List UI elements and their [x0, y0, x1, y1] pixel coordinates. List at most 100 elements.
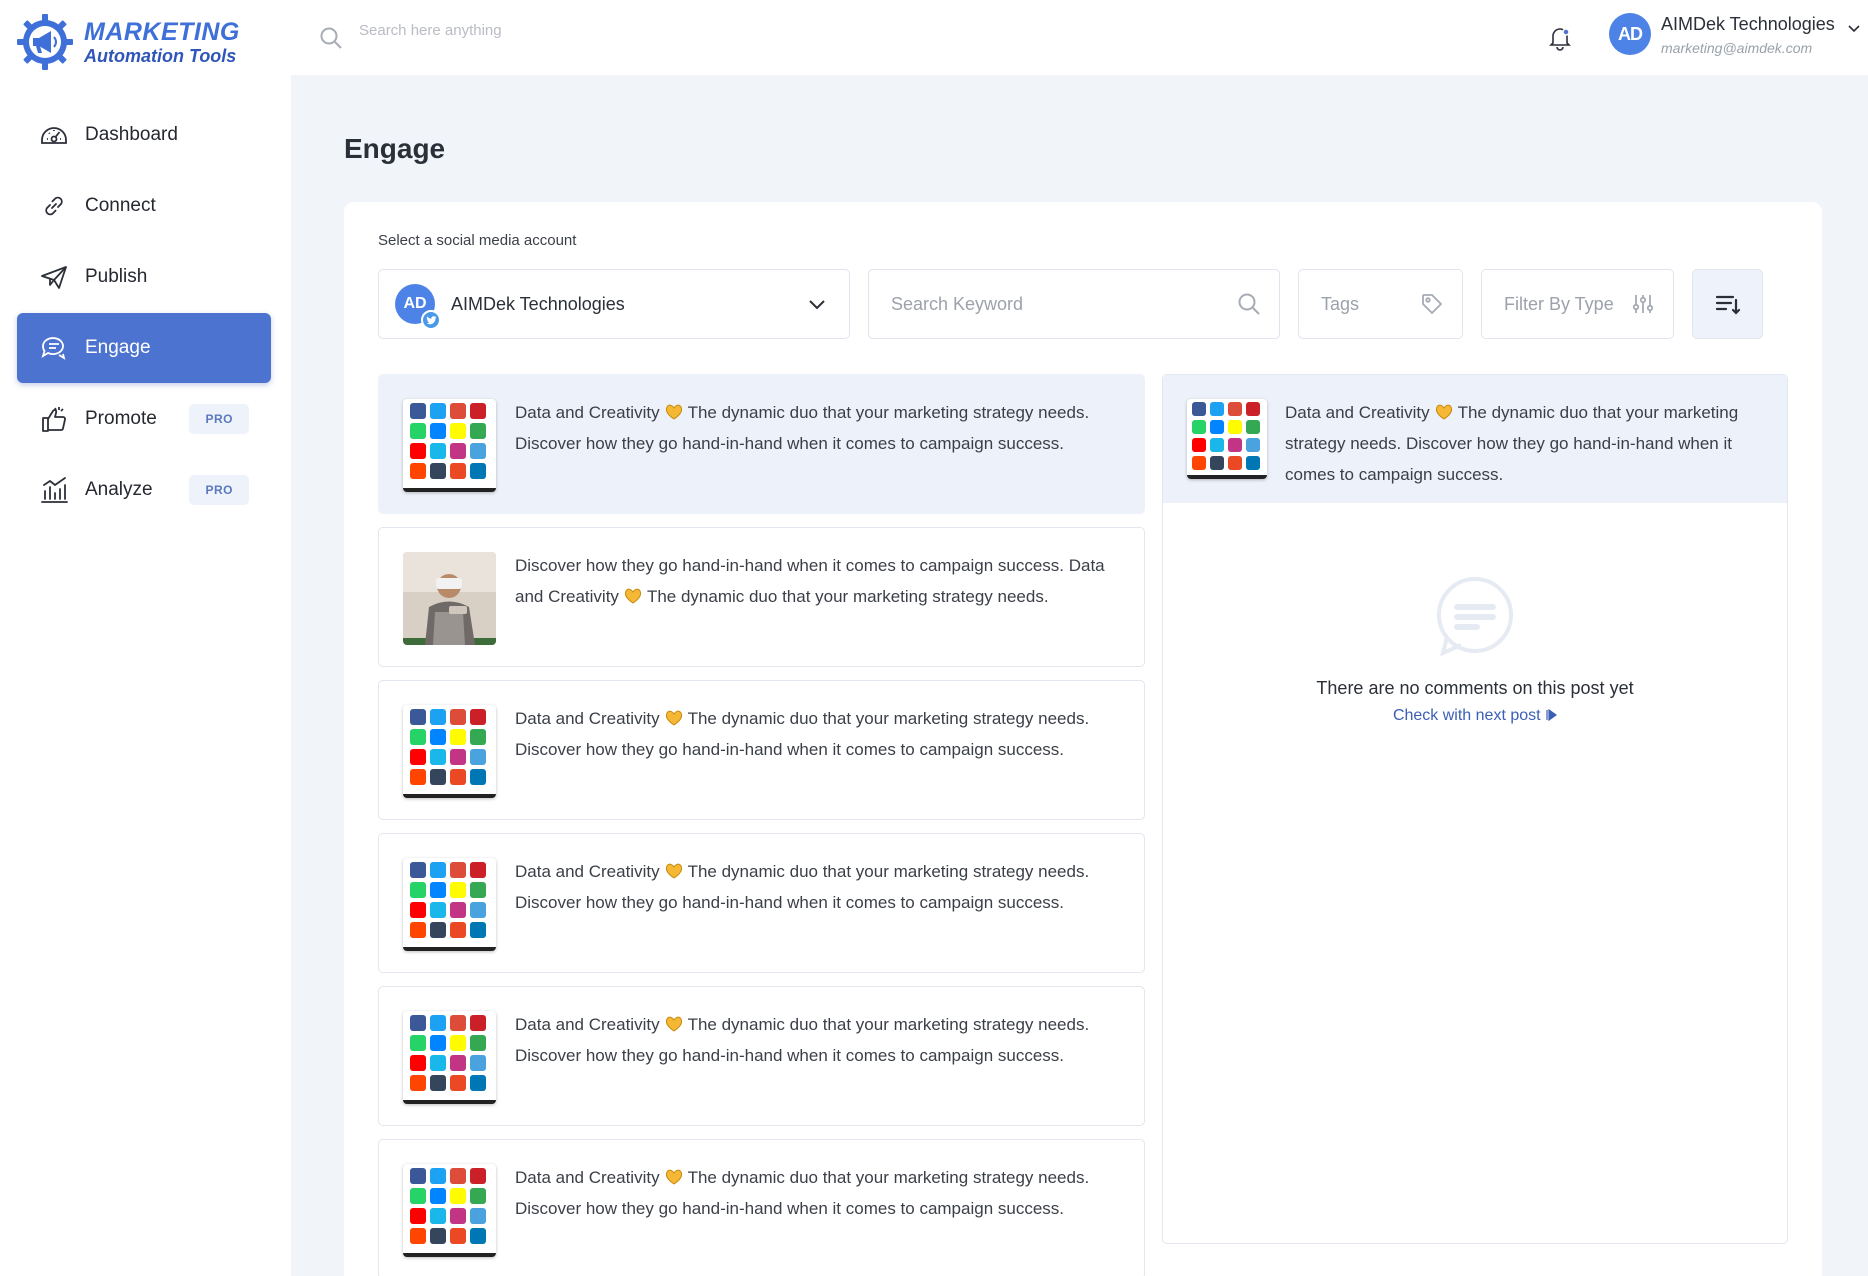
sidebar-item-dashboard[interactable]: Dashboard — [17, 100, 271, 170]
sort-button[interactable] — [1692, 269, 1763, 339]
keyword-search-field — [868, 269, 1280, 339]
social-network-icon — [1228, 456, 1242, 470]
user-name[interactable]: AIMDek Technologies — [1661, 14, 1835, 35]
social-network-icon — [1192, 402, 1206, 416]
sidebar-item-analyze[interactable]: Analyze PRO — [17, 455, 271, 525]
social-network-icon — [450, 1168, 466, 1184]
brand-logo[interactable]: MARKETING Automation Tools — [16, 13, 240, 71]
tags-input[interactable] — [1321, 293, 1420, 315]
social-network-icon — [470, 1208, 486, 1224]
search-icon — [1238, 293, 1260, 315]
sidebar-item-engage[interactable]: Engage — [17, 313, 271, 383]
dashboard-icon — [39, 120, 69, 150]
social-network-icon — [430, 1055, 446, 1071]
social-network-icon — [410, 769, 426, 785]
sidebar-item-label: Connect — [85, 195, 156, 216]
empty-comments-text: There are no comments on this post yet — [1316, 678, 1634, 698]
empty-comments-icon — [1437, 577, 1513, 657]
social-grid-thumbnail — [403, 705, 496, 798]
next-post-link[interactable]: Check with next post — [1163, 707, 1787, 725]
social-network-icon — [430, 1035, 446, 1051]
sort-icon — [1715, 295, 1740, 315]
megaphone-gear-icon — [17, 14, 73, 70]
sidebar-item-promote[interactable]: Promote PRO — [17, 384, 271, 454]
social-network-icon — [470, 902, 486, 918]
post-item[interactable]: Discover how they go hand-in-hand when i… — [378, 527, 1145, 667]
social-network-icon — [430, 882, 446, 898]
thumbs-up-icon — [39, 404, 69, 434]
social-network-icon — [430, 1228, 446, 1244]
post-text: Data and Creativity The dynamic duo that … — [515, 703, 1125, 765]
social-network-icon — [470, 922, 486, 938]
user-avatar[interactable]: AD — [1609, 13, 1651, 55]
post-item[interactable]: Data and Creativity The dynamic duo that … — [378, 1139, 1145, 1276]
social-network-icon — [1228, 402, 1242, 416]
social-network-icon — [450, 709, 466, 725]
brand-line1: MARKETING — [84, 17, 240, 46]
heart-hands-emoji-icon — [1435, 404, 1452, 420]
social-network-icon — [410, 1168, 426, 1184]
sidebar-item-label: Promote — [85, 408, 157, 429]
social-network-icon — [470, 709, 486, 725]
heart-hands-emoji-icon — [624, 588, 642, 604]
social-grid-thumbnail — [403, 399, 496, 492]
social-network-icon — [430, 423, 446, 439]
brand-line2: Automation Tools — [84, 45, 237, 66]
social-network-icon — [470, 1055, 486, 1071]
social-network-icon — [470, 749, 486, 765]
twitter-icon — [421, 310, 441, 330]
page-title: Engage — [344, 133, 446, 164]
global-search-input[interactable] — [359, 22, 759, 39]
notification-bell-icon[interactable] — [1546, 24, 1574, 52]
social-network-icon — [450, 749, 466, 765]
social-network-icon — [410, 443, 426, 459]
social-network-icon — [1192, 420, 1206, 434]
post-text: Data and Creativity The dynamic duo that … — [515, 856, 1125, 918]
sidebar-item-label: Engage — [85, 337, 151, 358]
keyword-search-input[interactable] — [891, 293, 1237, 315]
post-item[interactable]: Data and Creativity The dynamic duo that … — [378, 374, 1145, 514]
social-network-icon — [470, 403, 486, 419]
social-network-icon — [430, 1168, 446, 1184]
top-bar: AD AIMDek Technologies marketing@aimdek.… — [291, 0, 1868, 75]
filter-type-field — [1481, 269, 1674, 339]
social-network-icon — [470, 423, 486, 439]
post-text: Data and Creativity The dynamic duo that … — [1285, 397, 1765, 490]
post-item[interactable]: Data and Creativity The dynamic duo that … — [378, 680, 1145, 820]
social-network-icon — [430, 769, 446, 785]
post-item[interactable]: Data and Creativity The dynamic duo that … — [378, 986, 1145, 1126]
social-network-icon — [1210, 420, 1224, 434]
social-network-icon — [430, 1188, 446, 1204]
social-network-icon — [450, 423, 466, 439]
social-network-icon — [1246, 438, 1260, 452]
post-item[interactable]: Data and Creativity The dynamic duo that … — [378, 833, 1145, 973]
social-network-icon — [430, 749, 446, 765]
heart-hands-emoji-icon — [665, 710, 682, 726]
social-network-icon — [470, 1228, 486, 1244]
sidebar-item-label: Analyze — [85, 479, 153, 500]
social-network-icon — [410, 423, 426, 439]
sidebar-item-connect[interactable]: Connect — [17, 171, 271, 241]
social-network-icon — [450, 1075, 466, 1091]
sidebar-item-publish[interactable]: Publish — [17, 242, 271, 312]
account-avatar: AD — [395, 284, 441, 330]
account-name: AIMDek Technologies — [451, 293, 625, 314]
pro-badge: PRO — [189, 404, 249, 434]
post-text-part: Data and Creativity — [515, 1168, 660, 1187]
social-network-icon — [450, 1055, 466, 1071]
social-network-icon — [470, 729, 486, 745]
social-network-icon — [430, 1208, 446, 1224]
social-network-icon — [430, 403, 446, 419]
social-network-icon — [410, 1015, 426, 1031]
heart-hands-emoji-icon — [665, 863, 682, 879]
social-network-icon — [410, 709, 426, 725]
social-grid-thumbnail — [1187, 399, 1267, 479]
chevron-down-icon[interactable] — [1846, 20, 1862, 36]
social-network-icon — [450, 403, 466, 419]
link-icon — [39, 191, 69, 221]
social-network-icon — [450, 1015, 466, 1031]
social-network-icon — [1228, 420, 1242, 434]
account-select[interactable]: AD AIMDek Technologies — [378, 269, 850, 339]
post-detail-panel: Data and Creativity The dynamic duo that … — [1162, 374, 1788, 1244]
filter-type-input[interactable] — [1504, 293, 1631, 315]
